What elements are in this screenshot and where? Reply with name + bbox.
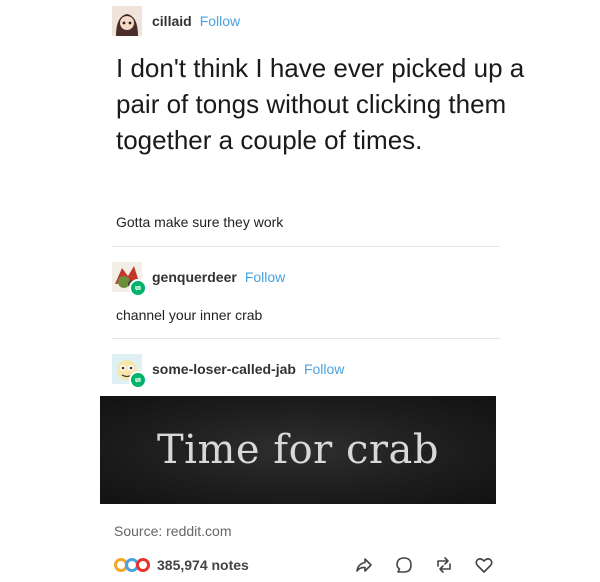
reblog1-username[interactable]: genquerdeer [152, 269, 237, 285]
notes-avatars [114, 558, 150, 572]
op-header: cillaid Follow [112, 6, 240, 36]
reblog1-avatar[interactable] [112, 262, 147, 297]
op-text: I don't think I have ever picked up a pa… [116, 53, 525, 155]
post-footer: 385,974 notes [114, 553, 494, 577]
image-caption: Time for crab [157, 427, 439, 473]
reblog2-header: some-loser-called-jab Follow [112, 354, 344, 389]
tumblr-post: cillaid Follow I don't think I have ever… [0, 0, 600, 582]
reblog-badge-icon [129, 371, 147, 389]
notes-count[interactable]: 385,974 notes [157, 557, 249, 573]
source-link[interactable]: Source: reddit.com [114, 523, 232, 539]
like-icon[interactable] [474, 555, 494, 575]
post-actions [354, 553, 494, 577]
reblog-icon[interactable] [434, 555, 454, 575]
op-avatar[interactable] [112, 6, 142, 36]
op-username[interactable]: cillaid [152, 13, 192, 29]
reblog2-username[interactable]: some-loser-called-jab [152, 361, 296, 377]
reblog-badge-icon [129, 279, 147, 297]
divider [112, 338, 500, 339]
op-follow-link[interactable]: Follow [200, 13, 240, 29]
time-for-crab-image[interactable]: Time for crab [100, 396, 496, 504]
reblog1-header: genquerdeer Follow [112, 262, 285, 297]
reblog2-follow-link[interactable]: Follow [304, 361, 344, 377]
reblog2-avatar[interactable] [112, 354, 147, 389]
note-dot-icon [136, 558, 150, 572]
op-tags-text: Gotta make sure they work [116, 214, 284, 230]
reblog1-text: channel your inner crab [116, 307, 263, 323]
reblog1-follow-link[interactable]: Follow [245, 269, 285, 285]
share-icon[interactable] [354, 555, 374, 575]
divider [112, 246, 500, 247]
reply-icon[interactable] [394, 555, 414, 575]
